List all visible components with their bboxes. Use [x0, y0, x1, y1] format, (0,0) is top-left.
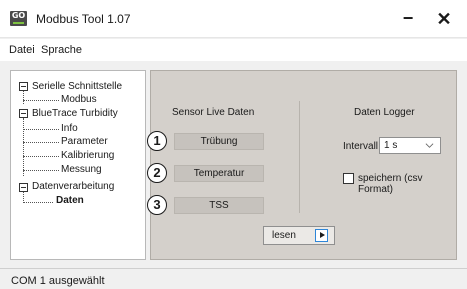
tree-item-info[interactable]: Info: [61, 123, 78, 134]
temperatur-button[interactable]: Temperatur: [174, 165, 264, 182]
menu-datei[interactable]: Datei: [9, 44, 35, 56]
tree-item-datenverarbeitung[interactable]: Datenverarbeitung: [32, 181, 114, 192]
window-title: Modbus Tool 1.07: [36, 12, 131, 26]
play-icon: [315, 229, 328, 242]
tree-item-parameter[interactable]: Parameter: [61, 136, 108, 147]
callout-3: 3: [147, 195, 167, 215]
intervall-select[interactable]: 1 s: [379, 137, 441, 154]
collapse-datenverarbeitung-icon[interactable]: [19, 183, 28, 192]
save-csv-checkbox[interactable]: [343, 173, 354, 184]
collapse-serielle-icon[interactable]: [19, 82, 28, 91]
tree-item-messung[interactable]: Messung: [61, 164, 102, 175]
menu-sprache[interactable]: Sprache: [41, 44, 82, 56]
callout-1: 1: [147, 131, 167, 151]
read-button-label: lesen: [272, 230, 296, 241]
section-divider: [299, 101, 300, 213]
tree-item-serielle-schnittstelle[interactable]: Serielle Schnittstelle: [32, 81, 122, 92]
save-csv-label[interactable]: speichern (csv Format): [358, 173, 456, 195]
tss-button[interactable]: TSS: [174, 197, 264, 214]
intervall-value: 1 s: [384, 140, 398, 151]
daten-logger-title: Daten Logger: [354, 107, 415, 118]
status-bar: COM 1 ausgewählt: [0, 268, 467, 289]
intervall-label: Intervall: [343, 141, 379, 152]
tree-item-kalibrierung[interactable]: Kalibrierung: [61, 150, 114, 161]
app-window: GO Modbus Tool 1.07 − ✕ Datei Sprache Se…: [0, 0, 467, 289]
chevron-down-icon: [425, 143, 434, 148]
close-button[interactable]: ✕: [432, 9, 456, 29]
sensor-live-title: Sensor Live Daten: [172, 107, 255, 118]
collapse-bluetrace-icon[interactable]: [19, 109, 28, 118]
truebung-button[interactable]: Trübung: [174, 133, 264, 150]
tree-item-bluetrace-turbidity[interactable]: BlueTrace Turbidity: [32, 108, 118, 119]
read-button[interactable]: lesen: [263, 226, 335, 245]
status-text: COM 1 ausgewählt: [11, 275, 105, 287]
callout-2: 2: [147, 163, 167, 183]
title-bar[interactable]: GO Modbus Tool 1.07 − ✕: [0, 0, 467, 38]
tree-item-modbus[interactable]: Modbus: [61, 94, 97, 105]
daten-panel: Sensor Live Daten Daten Logger 1 Trübung…: [147, 70, 457, 260]
app-logo-text: GO: [11, 11, 26, 20]
minimize-button[interactable]: −: [396, 9, 420, 29]
tree-item-daten[interactable]: Daten: [56, 195, 84, 206]
app-logo-icon: GO: [10, 11, 27, 26]
menu-bar: Datei Sprache: [0, 39, 467, 61]
navigation-tree: Serielle Schnittstelle Modbus BlueTrace …: [10, 70, 146, 260]
